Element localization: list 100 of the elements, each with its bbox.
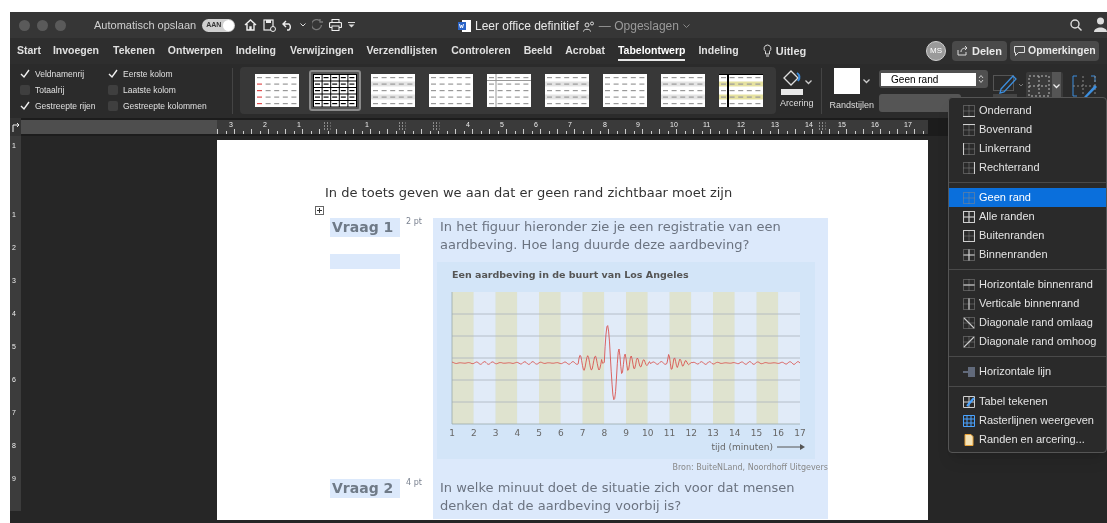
tick-label: 12 <box>685 428 697 438</box>
column-marker-icon[interactable] <box>432 122 440 131</box>
menu-item[interactable]: Randen en arcering... <box>949 430 1106 449</box>
selection-highlight <box>330 254 400 269</box>
axis-arrow <box>776 444 805 450</box>
horizontal-line-icon <box>963 365 975 378</box>
ribbon-tab[interactable]: Invoegen <box>52 41 100 61</box>
caret-icon[interactable] <box>862 78 870 84</box>
ribbon-tab[interactable]: Tekenen <box>113 41 155 61</box>
checkbox[interactable] <box>20 100 30 111</box>
tick-label: 4 <box>514 428 521 438</box>
tick-label: 9 <box>623 428 629 438</box>
column-marker-icon[interactable] <box>818 122 826 131</box>
source-caption: Bron: BuiteNLand, Noordhoff Uitgevers <box>672 462 828 474</box>
account-icon[interactable] <box>1094 17 1107 32</box>
save-icon[interactable] <box>263 18 277 32</box>
share-button[interactable]: Delen <box>952 41 1007 61</box>
stepper-icon[interactable] <box>978 74 985 84</box>
menu-item[interactable]: Buitenranden <box>949 226 1106 245</box>
borders-dropdown-button[interactable] <box>1026 72 1064 100</box>
tick-label: 1 <box>449 428 455 438</box>
ribbon-tab[interactable]: Verzendlijsten <box>366 41 438 61</box>
menu-item[interactable]: Alle randen <box>949 207 1106 226</box>
menu-item[interactable]: Horizontale lijn <box>949 362 1106 381</box>
menu-item[interactable]: Binnenranden <box>949 245 1106 264</box>
ribbon-tab[interactable]: Ontwerpen <box>167 41 223 61</box>
question-label: Vraag 2 <box>330 479 400 498</box>
ribbon-tab[interactable]: Indeling <box>235 41 276 61</box>
word-document-icon <box>458 19 471 33</box>
menu-item[interactable]: Rasterlijnen weergeven <box>949 411 1106 430</box>
menu-item[interactable]: Diagonale rand omhoog <box>949 332 1106 351</box>
checkbox[interactable] <box>108 69 118 80</box>
border-styles-label: Randstijlen <box>829 99 875 112</box>
tab-stop-icon[interactable] <box>11 122 20 132</box>
caret-icon[interactable] <box>805 79 813 85</box>
column-marker-icon[interactable] <box>398 122 406 131</box>
menu-item[interactable]: Diagonale rand omlaag <box>949 313 1106 332</box>
table-move-handle-icon[interactable] <box>315 206 324 215</box>
menu-item[interactable]: Onderrand <box>949 101 1106 120</box>
top-border-icon <box>963 123 975 136</box>
menu-item[interactable]: Verticale binnenrand <box>949 294 1106 313</box>
horizontal-border-icon <box>963 278 975 291</box>
border-style-swatch[interactable] <box>833 68 860 94</box>
shared-people-icon <box>582 20 595 32</box>
ribbon-tab[interactable]: Verwijzingen <box>289 41 354 61</box>
search-icon[interactable] <box>1070 19 1082 31</box>
ribbon-tab[interactable]: Start <box>17 41 41 61</box>
checkbox[interactable] <box>20 69 30 80</box>
tick-label: 7 <box>579 428 586 438</box>
ribbon-tab[interactable]: Acrobat <box>565 41 605 61</box>
outside-borders-icon <box>963 229 975 242</box>
checkbox-label: Totaalrij <box>35 83 65 97</box>
save-status: — Opgeslagen <box>598 18 679 35</box>
tick-label: 15 <box>750 428 763 438</box>
column-marker-icon[interactable] <box>323 122 331 131</box>
tick-label: 3 <box>492 428 499 438</box>
menu-item[interactable]: Geen rand <box>949 188 1106 207</box>
menu-item[interactable]: Horizontale binnenrand <box>949 275 1106 294</box>
customize-toolbar-icon[interactable] <box>348 22 356 28</box>
tell-me-label[interactable]: Uitleg <box>775 42 807 60</box>
tick-label: 5 <box>536 428 542 438</box>
menu-item[interactable]: Tabel tekenen <box>949 392 1106 411</box>
menu-item[interactable]: Bovenrand <box>949 120 1106 139</box>
ribbon-tab[interactable]: Tabelontwerp <box>617 41 686 61</box>
menu-item[interactable]: Linkerrand <box>949 139 1106 158</box>
comment-icon <box>1014 46 1025 56</box>
border-painter-icon[interactable] <box>1072 73 1100 99</box>
menu-item[interactable]: Rechterrand <box>949 158 1106 177</box>
chart-title: Een aardbeving in de buurt van Los Angeles <box>452 269 689 280</box>
intro-paragraph: In de toets geven we aan dat er geen rand zichtbaar moet zijn <box>325 184 733 202</box>
chevron-down-icon[interactable] <box>682 23 690 29</box>
tick-label: 16 <box>772 428 784 438</box>
paint-bucket-icon[interactable] <box>781 69 804 95</box>
diagonal-down-icon <box>963 316 975 329</box>
question-text: In welke minuut doet de situatie zich voor dat mensen denken dat de aardbeving voorbij is? <box>440 479 796 515</box>
all-borders-icon <box>963 210 975 223</box>
checkbox-label: Laatste kolom <box>123 83 176 97</box>
table-style-thumbnail[interactable] <box>309 70 361 111</box>
redo-icon[interactable] <box>312 19 324 31</box>
ribbon-tab[interactable]: Beeld <box>523 41 553 61</box>
vertical-border-icon <box>963 297 975 310</box>
home-icon[interactable] <box>244 19 258 31</box>
comments-button[interactable]: Opmerkingen <box>1010 41 1099 61</box>
document-title: Leer office definitief <box>475 18 579 35</box>
ribbon-tab[interactable]: Indeling <box>698 41 739 61</box>
tick-label: 10 <box>642 428 654 438</box>
bottom-border-icon <box>963 104 975 117</box>
caret-icon[interactable] <box>300 23 307 27</box>
tick-label: 13 <box>707 428 719 438</box>
question-label: Vraag 1 <box>330 218 400 237</box>
print-icon[interactable] <box>329 19 343 31</box>
ribbon-tab[interactable]: Controleren <box>451 41 511 61</box>
borders-icon <box>1028 75 1051 97</box>
checkbox-label: Gestreepte rijen <box>35 99 96 113</box>
checkbox-label: Gestreepte kolommen <box>123 99 207 113</box>
border-combo-box[interactable]: Geen rand <box>879 70 989 88</box>
tick-label: 2 <box>470 428 477 438</box>
tick-label: 17 <box>794 428 806 438</box>
axis-label: tijd (minuten) <box>711 442 773 452</box>
grid-icon <box>963 414 975 427</box>
